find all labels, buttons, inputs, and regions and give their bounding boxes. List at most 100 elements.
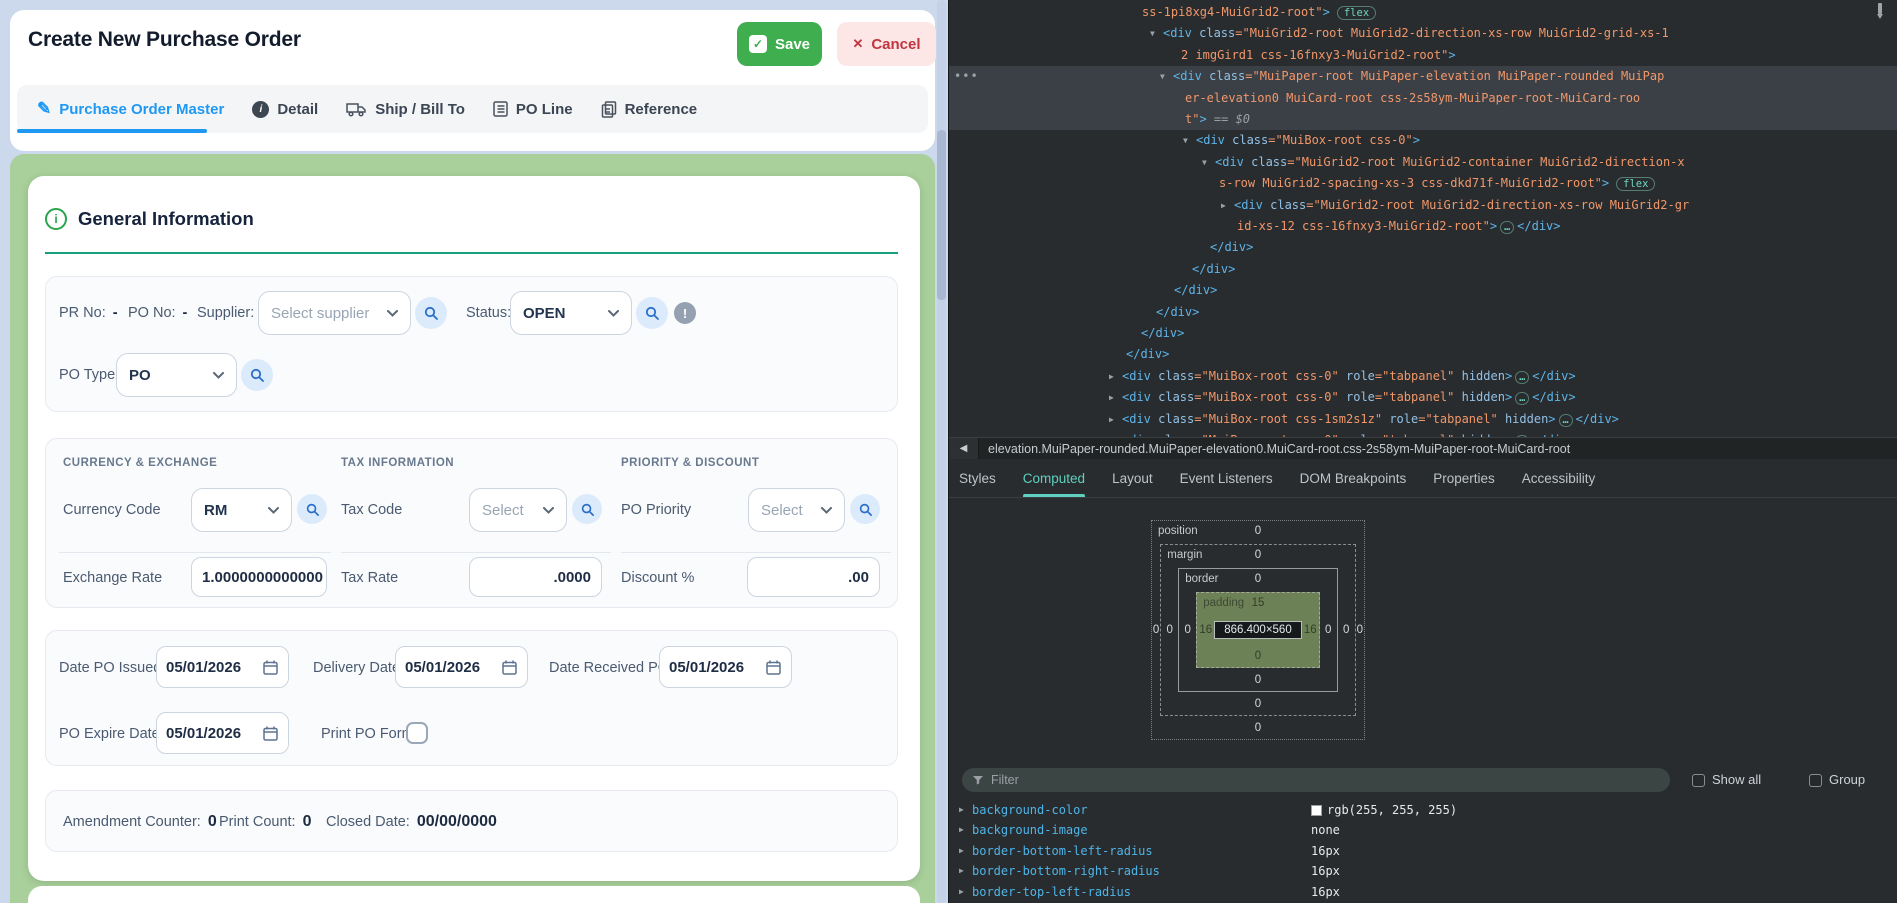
expand-open-icon[interactable]: ▼ [1183,130,1188,151]
expand-closed-icon[interactable]: ▶ [959,841,964,861]
dom-tree-line[interactable]: </div> [949,302,1897,323]
dom-tree-line[interactable]: ▶<div class="MuiBox-root css-0" role="ta… [949,366,1897,387]
save-button[interactable]: ✓ Save [737,22,822,66]
expand-closed-icon[interactable]: ▶ [959,861,964,881]
devtools-tab-event-listeners[interactable]: Event Listeners [1180,459,1273,497]
po-type-select[interactable]: PO [116,353,237,397]
flex-badge[interactable]: flex [1337,6,1376,20]
dom-tree-line[interactable]: er-elevation0 MuiCard-root css-2s58ym-Mu… [949,88,1897,109]
tab-ship-bill-to[interactable]: Ship / Bill To [346,101,465,118]
box-model-diagram[interactable]: position 0 0 margin 0 0 [1151,520,1365,740]
delivery-date-input[interactable]: 05/01/2026 [395,646,528,688]
position-right-value: 0 [1356,544,1364,716]
dom-tree-line[interactable]: </div> [949,280,1897,301]
date-received-input[interactable]: 05/01/2026 [659,646,792,688]
paint-brush-icon[interactable] [1873,3,1887,21]
chevron-down-icon [608,310,619,317]
expand-closed-icon[interactable]: ▶ [1221,195,1226,216]
ellipsis-expand-icon[interactable]: … [1515,371,1529,384]
dom-tree-line[interactable]: ▼<div class="MuiGrid2-root MuiGrid2-cont… [949,152,1897,173]
ellipsis-expand-icon[interactable]: … [1500,221,1514,234]
devtools-tab-dom-breakpoints[interactable]: DOM Breakpoints [1300,459,1407,497]
supplier-search-button[interactable] [415,297,447,329]
dom-tree-line[interactable]: </div> [949,237,1897,258]
dom-tree-line[interactable]: </div> [949,344,1897,365]
dom-tree-line[interactable]: id-xs-12 css-16fnxy3-MuiGrid2-root">…</d… [949,216,1897,237]
exchange-rate-input[interactable]: 1.0000000000000 [191,557,327,597]
dom-tree-line[interactable]: 2 imgGird1 css-16fnxy3-MuiGrid2-root"> [949,45,1897,66]
dom-tree-line[interactable]: ss-1pi8xg4-MuiGrid2-root">flex [949,2,1897,23]
expand-closed-icon[interactable]: ▶ [959,820,964,840]
code-token: class [1151,369,1194,383]
expand-open-icon[interactable]: ▼ [1150,23,1155,44]
tax-rate-input[interactable]: .0000 [469,557,602,597]
tab-label: Purchase Order Master [59,101,224,118]
code-token: ="MuiBox-root css-0" [1194,390,1339,404]
section-header: i General Information [45,208,254,230]
expand-closed-icon[interactable]: ▶ [1109,366,1114,387]
tax-search-button[interactable] [572,494,602,524]
expand-closed-icon[interactable]: ▶ [1109,430,1114,437]
dom-tree-line[interactable]: ▼<div class="MuiBox-root css-0"> [949,130,1897,151]
currency-search-button[interactable] [297,494,327,524]
ellipsis-expand-icon[interactable]: … [1515,392,1529,405]
computed-property-row[interactable]: ▶border-top-left-radius16px [949,882,1897,902]
app-scrollbar-thumb[interactable] [937,130,946,300]
devtools-tab-layout[interactable]: Layout [1112,459,1153,497]
supplier-select[interactable]: Select supplier [258,291,411,335]
ellipsis-expand-icon[interactable]: … [1559,414,1573,427]
code-token: <div [1215,155,1244,169]
expand-closed-icon[interactable]: ▶ [959,800,964,820]
expand-closed-icon[interactable]: ▶ [1109,409,1114,430]
dom-tree-line[interactable]: ▼<div class="MuiGrid2-root MuiGrid2-dire… [949,23,1897,44]
cancel-button[interactable]: ✕ Cancel [837,22,936,66]
tab-po-line[interactable]: PO Line [493,101,573,118]
code-token: > [1602,176,1609,190]
print-po-form-checkbox[interactable] [406,722,428,744]
computed-property-row[interactable]: ▶background-colorrgb(255, 255, 255) [949,800,1897,820]
po-expire-input[interactable]: 05/01/2026 [156,712,289,754]
computed-property-row[interactable]: ▶border-bottom-left-radius16px [949,841,1897,861]
dom-tree-line[interactable]: ▶<div class="MuiBox-root css-0" role="ta… [949,387,1897,408]
status-select[interactable]: OPEN [510,291,632,335]
filter-input[interactable]: Filter [962,768,1670,792]
currency-header: CURRENCY & EXCHANGE [63,457,217,469]
dom-tree-line[interactable]: ▶<div class="MuiBox-root css-0" role="ta… [949,430,1897,437]
position-top-value: 0 [1255,525,1261,537]
status-search-button[interactable] [636,297,668,329]
dom-tree-line[interactable]: •••▼<div class="MuiPaper-root MuiPaper-e… [949,66,1897,87]
dom-tree-line[interactable]: </div> [949,259,1897,280]
close-icon: ✕ [852,36,863,52]
expand-open-icon[interactable]: ▼ [1160,66,1165,87]
dom-tree-line[interactable]: s-row MuiGrid2-spacing-xs-3 css-dkd71f-M… [949,173,1897,194]
expand-closed-icon[interactable]: ▶ [959,882,964,902]
expand-open-icon[interactable]: ▼ [1202,152,1207,173]
devtools-tab-properties[interactable]: Properties [1433,459,1495,497]
priority-search-button[interactable] [850,494,880,524]
breadcrumb-back-icon[interactable]: ◀ [949,438,979,459]
expand-closed-icon[interactable]: ▶ [1109,387,1114,408]
tab-purchase-order-master[interactable]: ✎Purchase Order Master [37,99,224,119]
dom-tree-line[interactable]: </div> [949,323,1897,344]
show-all-checkbox[interactable] [1692,774,1705,787]
tax-code-select[interactable]: Select [469,488,567,532]
devtools-tab-computed[interactable]: Computed [1023,459,1085,497]
flex-badge[interactable]: flex [1616,177,1655,191]
po-priority-select[interactable]: Select [748,488,845,532]
currency-code-select[interactable]: RM [191,488,292,532]
dom-tree-line[interactable]: ▶<div class="MuiBox-root css-1sm2s1z" ro… [949,409,1897,430]
dom-tree-line[interactable]: ▶<div class="MuiGrid2-root MuiGrid2-dire… [949,195,1897,216]
tab-detail[interactable]: iDetail [252,101,318,118]
tab-reference[interactable]: Reference [601,101,698,118]
devtools-tab-accessibility[interactable]: Accessibility [1522,459,1596,497]
computed-property-row[interactable]: ▶border-bottom-right-radius16px [949,861,1897,881]
more-actions-icon[interactable]: ••• [954,66,979,87]
computed-property-row[interactable]: ▶background-imagenone [949,820,1897,840]
dom-tree-line[interactable]: t"> == $0 [949,109,1897,130]
group-checkbox[interactable] [1809,774,1822,787]
date-po-issued-input[interactable]: 05/01/2026 [156,646,289,688]
code-token: </div> [1576,412,1619,426]
devtools-tab-styles[interactable]: Styles [959,459,996,497]
discount-input[interactable]: .00 [747,557,880,597]
po-type-search-button[interactable] [241,359,273,391]
